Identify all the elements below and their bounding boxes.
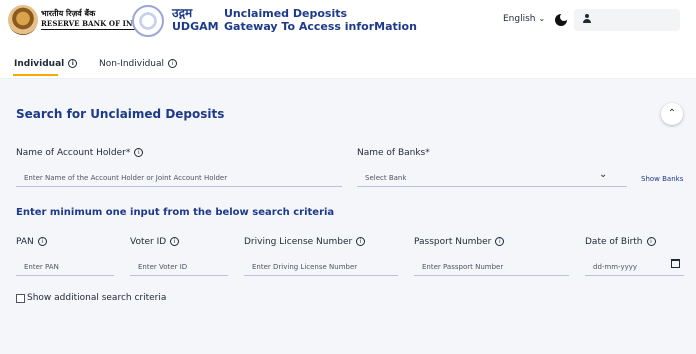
language-label: English: [503, 14, 536, 24]
tab-non-individual[interactable]: Non-Individual i: [99, 59, 178, 69]
calendar-icon[interactable]: [671, 259, 680, 268]
info-icon: i: [134, 148, 144, 157]
dob-label-text: Date of Birth: [585, 237, 643, 247]
user-menu[interactable]: [574, 9, 680, 31]
driving-license-label-text: Driving License Number: [244, 237, 353, 247]
account-holder-label: Name of Account Holder* i: [16, 148, 144, 158]
info-icon: i: [646, 237, 656, 246]
pan-label-text: PAN: [16, 237, 34, 247]
passport-input[interactable]: Enter Passport Number: [414, 258, 569, 276]
voter-id-input[interactable]: Enter Voter ID: [130, 258, 228, 276]
tab-individual-label: Individual: [14, 59, 65, 69]
collapse-button[interactable]: ⌃: [661, 103, 683, 125]
udgam-english-name: UDGAM: [172, 20, 219, 33]
udgam-logo: [132, 5, 164, 37]
account-holder-label-text: Name of Account Holder*: [16, 148, 131, 158]
bank-select[interactable]: Select Bank: [357, 169, 627, 187]
tab-individual[interactable]: Individual i: [14, 59, 78, 69]
additional-criteria-checkbox[interactable]: [16, 294, 25, 303]
info-icon: i: [37, 237, 47, 246]
tab-bar: Individual i Non-Individual i: [0, 46, 696, 79]
chevron-down-icon: ⌄: [538, 14, 546, 23]
account-holder-input[interactable]: Enter Name of the Account Holder or Join…: [16, 169, 342, 187]
dob-input[interactable]: dd-mm-yyyy: [585, 258, 684, 276]
criteria-title: Enter minimum one input from the below s…: [16, 207, 335, 218]
info-icon: i: [495, 237, 505, 246]
driving-license-input[interactable]: Enter Driving License Number: [244, 258, 398, 276]
voter-id-label: Voter ID i: [130, 237, 180, 247]
dob-label: Date of Birth i: [585, 237, 656, 247]
banks-label: Name of Banks*: [357, 148, 430, 158]
moon-icon[interactable]: [555, 13, 568, 26]
pan-label: PAN i: [16, 237, 47, 247]
active-tab-indicator: [13, 74, 58, 76]
info-icon: i: [68, 59, 78, 68]
passport-label: Passport Number i: [414, 237, 505, 247]
passport-label-text: Passport Number: [414, 237, 492, 247]
info-icon: i: [356, 237, 366, 246]
info-icon: i: [170, 237, 180, 246]
rbi-logo: [8, 5, 38, 35]
additional-criteria-label: Show additional search criteria: [27, 293, 167, 303]
language-selector[interactable]: English ⌄: [503, 14, 545, 24]
show-banks-link[interactable]: Show Banks: [641, 175, 683, 183]
header: भारतीय रिज़र्व बैंक RESERVE BANK OF INDI…: [0, 0, 696, 46]
app-title-line2: Gateway To Access inforMation: [224, 20, 417, 33]
voter-id-label-text: Voter ID: [130, 237, 167, 247]
user-icon: [582, 14, 592, 25]
driving-license-label: Driving License Number i: [244, 237, 366, 247]
app-title-line1: Unclaimed Deposits: [224, 7, 348, 20]
udgam-hindi-name: उद्गम: [172, 6, 193, 20]
chevron-up-icon: ⌃: [667, 108, 677, 119]
chevron-down-icon: ⌄: [599, 169, 608, 180]
info-icon: i: [168, 59, 178, 68]
section-title: Search for Unclaimed Deposits: [16, 107, 225, 121]
pan-input[interactable]: Enter PAN: [16, 258, 114, 276]
tab-non-individual-label: Non-Individual: [99, 59, 165, 69]
